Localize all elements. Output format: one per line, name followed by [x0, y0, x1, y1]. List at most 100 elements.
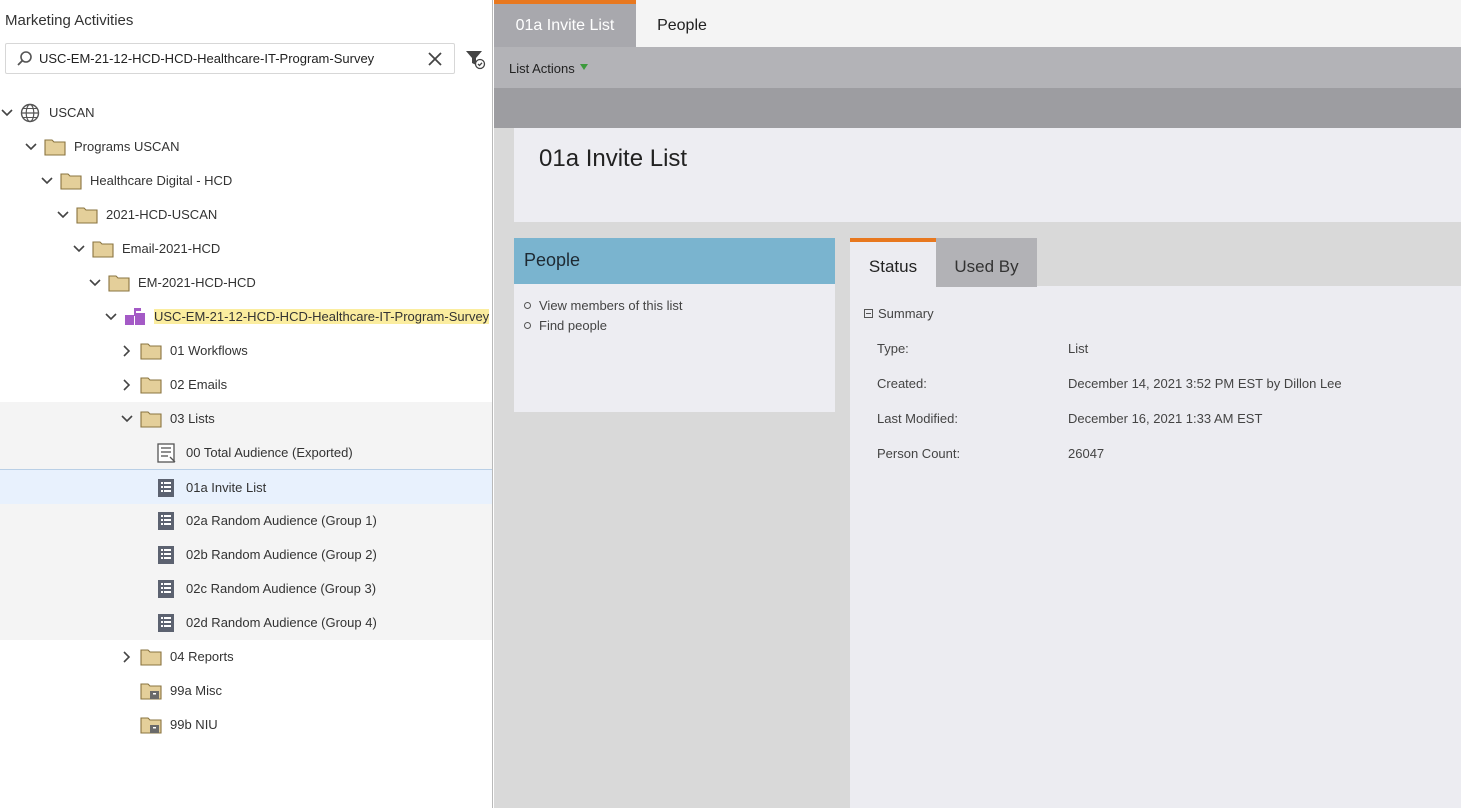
list-icon	[158, 580, 174, 598]
link-label[interactable]: View members of this list	[539, 298, 683, 313]
tab-people[interactable]: People	[636, 0, 728, 47]
tab-bar: 01a Invite List People	[494, 0, 1461, 47]
bullet-icon	[524, 322, 531, 329]
field-label: Type:	[877, 341, 909, 356]
tree-item-label: USC-EM-21-12-HCD-HCD-Healthcare-IT-Progr…	[154, 309, 490, 324]
folder-icon	[60, 173, 82, 190]
tree-item-label: 02a Random Audience (Group 1)	[186, 513, 377, 528]
tab-status[interactable]: Status	[850, 238, 936, 287]
tree-item-label: 2021-HCD-USCAN	[106, 207, 218, 222]
chevron-down-icon[interactable]	[40, 174, 54, 188]
tree-item-em-2021-hcd-hcd[interactable]: EM-2021-HCD-HCD	[0, 266, 492, 300]
chevron-down-icon[interactable]	[580, 64, 588, 70]
status-panel: Status Used By Summary Type: List Create…	[850, 238, 1461, 808]
chevron-down-icon[interactable]	[120, 412, 134, 426]
people-links: View members of this list Find people	[514, 298, 835, 338]
page-title: 01a Invite List	[539, 145, 688, 172]
list-icon	[158, 546, 174, 564]
chevron-down-icon[interactable]	[24, 140, 38, 154]
bullet-icon	[524, 302, 531, 309]
archive-folder-icon	[140, 683, 162, 700]
tree-item-label: Email-2021-HCD	[122, 241, 221, 256]
tree-item-02a-random-audience[interactable]: 02a Random Audience (Group 1)	[0, 504, 492, 538]
folder-icon	[140, 649, 162, 666]
folder-icon	[140, 377, 162, 394]
panel-title: Marketing Activities	[5, 12, 134, 29]
summary-label: Summary	[878, 306, 934, 321]
tree-item-label: 00 Total Audience (Exported)	[186, 445, 353, 460]
tree-item-01-workflows[interactable]: 01 Workflows	[0, 334, 492, 368]
people-box: People View members of this list Find pe…	[514, 238, 835, 412]
tree-item-programs-uscan[interactable]: Programs USCAN	[0, 130, 492, 164]
link-label[interactable]: Find people	[539, 318, 607, 333]
chevron-down-icon[interactable]	[0, 106, 14, 120]
tree-item-02b-random-audience[interactable]: 02b Random Audience (Group 2)	[0, 538, 492, 572]
tree-item-99b-niu[interactable]: 99b NIU	[0, 708, 492, 742]
toolbar: List Actions	[494, 47, 1461, 88]
summary-toggle[interactable]: Summary	[864, 306, 934, 321]
tree-item-email-2021-hcd[interactable]: Email-2021-HCD	[0, 232, 492, 266]
tree-item-04-reports[interactable]: 04 Reports	[0, 640, 492, 674]
tree-item-label: 01a Invite List	[186, 480, 267, 495]
field-label: Person Count:	[877, 446, 961, 461]
folder-icon	[92, 241, 114, 258]
tree-item-program-survey[interactable]: USC-EM-21-12-HCD-HCD-Healthcare-IT-Progr…	[0, 300, 492, 334]
chevron-right-icon[interactable]	[120, 344, 134, 358]
filter-icon[interactable]	[464, 48, 486, 70]
tree-item-uscan[interactable]: USCAN	[0, 96, 492, 130]
chevron-down-icon[interactable]	[104, 310, 118, 324]
chevron-right-icon[interactable]	[120, 650, 134, 664]
tree-item-label: 02d Random Audience (Group 4)	[186, 615, 377, 630]
find-people-link[interactable]: Find people	[524, 318, 835, 338]
people-box-title: People	[514, 238, 835, 284]
list-detail-panel: 01a Invite List People List Actions 01a …	[494, 0, 1461, 808]
tree-item-label: Healthcare Digital - HCD	[90, 173, 233, 188]
folder-icon	[108, 275, 130, 292]
list-actions-menu[interactable]: List Actions	[509, 61, 575, 76]
close-icon[interactable]	[426, 50, 444, 68]
tree-item-2021-hcd-uscan[interactable]: 2021-HCD-USCAN	[0, 198, 492, 232]
tree-item-01a-invite-list[interactable]: 01a Invite List	[0, 469, 492, 505]
folder-icon	[140, 343, 162, 360]
tree-item-label: Programs USCAN	[74, 139, 180, 154]
tree-item-label: USCAN	[49, 105, 95, 120]
folder-icon	[44, 139, 66, 156]
list-icon	[158, 614, 174, 632]
tree-item-02c-random-audience[interactable]: 02c Random Audience (Group 3)	[0, 572, 492, 606]
chevron-down-icon[interactable]	[88, 276, 102, 290]
header-band	[494, 88, 1461, 128]
tree-item-label: 02b Random Audience (Group 2)	[186, 547, 377, 562]
tree-item-03-lists[interactable]: 03 Lists	[0, 402, 492, 436]
field-value: List	[1068, 341, 1089, 356]
field-value: 26047	[1068, 446, 1105, 461]
folder-icon	[76, 207, 98, 224]
tree-item-label: 03 Lists	[170, 411, 215, 426]
chevron-down-icon[interactable]	[72, 242, 86, 256]
marketing-activities-panel: Marketing Activities USC-EM-21-12-HCD-HC…	[0, 0, 493, 808]
chevron-down-icon[interactable]	[56, 208, 70, 222]
search-value[interactable]: USC-EM-21-12-HCD-HCD-Healthcare-IT-Progr…	[39, 51, 374, 66]
asset-header: 01a Invite List	[514, 128, 1461, 222]
field-label: Last Modified:	[877, 411, 958, 426]
email-program-icon	[125, 308, 145, 325]
field-value: December 16, 2021 1:33 AM EST	[1068, 411, 1263, 426]
tree-item-02d-random-audience[interactable]: 02d Random Audience (Group 4)	[0, 606, 492, 640]
collapse-icon[interactable]	[864, 309, 873, 318]
chevron-right-icon[interactable]	[120, 378, 134, 392]
tree-item-label: 99a Misc	[170, 683, 223, 698]
tree-item-total-audience[interactable]: 00 Total Audience (Exported)	[0, 436, 492, 470]
search-icon	[17, 51, 32, 66]
tree-item-99a-misc[interactable]: 99a Misc	[0, 674, 492, 708]
tree-item-label: 01 Workflows	[170, 343, 248, 358]
view-members-link[interactable]: View members of this list	[524, 298, 835, 318]
list-outline-icon	[157, 443, 176, 463]
tab-invite-list[interactable]: 01a Invite List	[494, 0, 636, 47]
list-icon	[158, 479, 174, 497]
tree-item-healthcare-digital[interactable]: Healthcare Digital - HCD	[0, 164, 492, 198]
tree-item-02-emails[interactable]: 02 Emails	[0, 368, 492, 402]
tab-used-by[interactable]: Used By	[936, 238, 1037, 287]
tree-item-label: 02c Random Audience (Group 3)	[186, 581, 377, 596]
search-input[interactable]: USC-EM-21-12-HCD-HCD-Healthcare-IT-Progr…	[5, 43, 455, 74]
field-value: December 14, 2021 3:52 PM EST by Dillon …	[1068, 376, 1342, 391]
field-label: Created:	[877, 376, 927, 391]
